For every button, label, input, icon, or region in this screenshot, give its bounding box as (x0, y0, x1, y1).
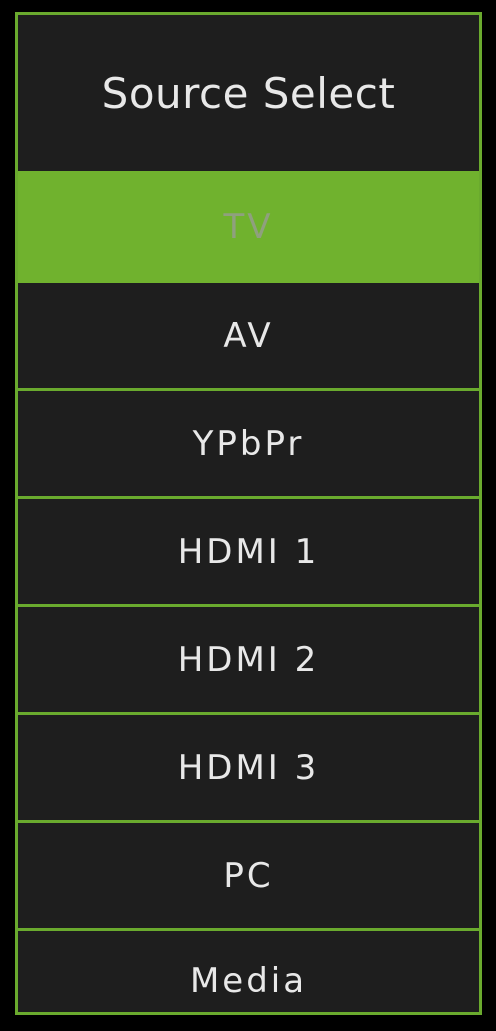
source-list: TV AV YPbPr HDMI 1 HDMI 2 HDMI 3 PC Medi… (18, 171, 479, 1031)
source-select-menu: Source Select TV AV YPbPr HDMI 1 HDMI 2 … (15, 12, 482, 1015)
source-item-hdmi-1[interactable]: HDMI 1 (18, 499, 479, 607)
source-item-tv[interactable]: TV (18, 171, 479, 283)
menu-title: Source Select (101, 68, 396, 118)
source-item-hdmi-2[interactable]: HDMI 2 (18, 607, 479, 715)
source-item-av[interactable]: AV (18, 283, 479, 391)
source-item-ypbpr[interactable]: YPbPr (18, 391, 479, 499)
source-item-hdmi-3[interactable]: HDMI 3 (18, 715, 479, 823)
source-item-pc[interactable]: PC (18, 823, 479, 931)
source-item-media[interactable]: Media (18, 931, 479, 1031)
